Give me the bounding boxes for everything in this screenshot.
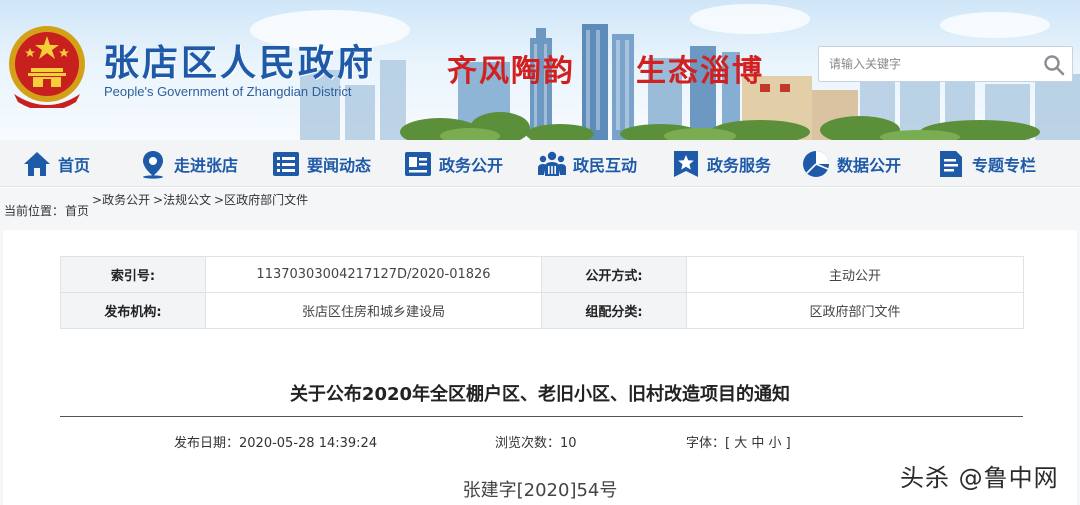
meta-value: 11370303004217127D/2020-01826 <box>205 256 542 293</box>
nav-label: 首页 <box>58 155 91 175</box>
search-icon[interactable] <box>1042 53 1066 77</box>
site-subtitle: People's Government of Zhangdian Distric… <box>104 84 352 99</box>
title-divider <box>60 416 1023 417</box>
publish-date-label: 发布日期： <box>174 436 240 451</box>
meta-value: 主动公开 <box>686 256 1024 293</box>
view-count: 10 <box>560 436 577 451</box>
view-count-info: 浏览次数：10 <box>495 432 577 451</box>
star-badge-icon <box>674 150 698 177</box>
nav-item-about[interactable]: 走进张店 <box>138 140 238 187</box>
breadcrumb-item[interactable]: >政务公开 <box>92 192 152 209</box>
nav-label: 要闻动态 <box>307 155 372 175</box>
document-icon <box>940 150 962 177</box>
nav-item-gov-open[interactable]: 政务公开 <box>403 140 503 187</box>
location-pin-icon <box>143 150 163 179</box>
nav-item-services[interactable]: 政务服务 <box>671 140 771 187</box>
nav-label: 政务服务 <box>707 155 772 175</box>
meta-key: 索引号: <box>60 256 206 293</box>
watermark: 头杀 @鲁中网 <box>900 464 1059 492</box>
publish-date: 2020-05-28 14:39:24 <box>239 436 378 451</box>
breadcrumb-item[interactable]: >区政府部门文件 <box>214 192 324 209</box>
font-size-control[interactable]: [ 大 中 小 ] <box>725 436 791 451</box>
nav-label: 数据公开 <box>837 155 902 175</box>
home-icon <box>24 151 50 176</box>
table-row: 发布机构: 张店区住房和城乡建设局 组配分类: 区政府部门文件 <box>60 292 1024 329</box>
nav-label: 专题专栏 <box>972 155 1037 175</box>
nav-item-news[interactable]: 要闻动态 <box>271 140 371 187</box>
search-box <box>818 46 1073 82</box>
meta-key: 发布机构: <box>60 292 206 329</box>
pie-chart-icon <box>803 150 829 177</box>
meta-value: 张店区住房和城乡建设局 <box>205 292 542 329</box>
slogan-right: 生态淄博 <box>636 54 764 89</box>
news-list-icon <box>273 151 299 176</box>
breadcrumb: 当前位置： 首页 >政务公开 >法规公文 >区政府部门文件 <box>0 188 1080 230</box>
id-card-icon <box>405 151 431 176</box>
nav-label: 政务公开 <box>439 155 504 175</box>
nav-item-home[interactable]: 首页 <box>22 140 90 187</box>
main-nav: 首页 走进张店 要闻动态 政务公开 政民互动 政务服务 数据公开 专题专栏 <box>0 140 1080 187</box>
nav-label: 走进张店 <box>174 155 239 175</box>
breadcrumb-home[interactable]: 首页 <box>65 202 89 219</box>
breadcrumb-label: 当前位置： <box>4 204 65 218</box>
breadcrumb-item[interactable]: >法规公文 <box>153 192 213 209</box>
view-count-label: 浏览次数： <box>495 436 561 451</box>
national-emblem <box>9 26 85 108</box>
nav-item-data[interactable]: 数据公开 <box>801 140 901 187</box>
breadcrumb-item-label: 法规公文 <box>163 193 212 207</box>
font-size-info: 字体：[ 大 中 小 ] <box>686 432 791 451</box>
font-size-label: 字体： <box>686 436 726 451</box>
nav-item-topics[interactable]: 专题专栏 <box>936 140 1036 187</box>
article-title: 关于公布2020年全区棚户区、老旧小区、旧村改造项目的通知 <box>289 384 791 405</box>
site-title: 张店区人民政府 <box>103 43 377 84</box>
search-input[interactable] <box>819 47 1037 81</box>
breadcrumb-item-label: 政务公开 <box>102 193 151 207</box>
slogan-left: 齐风陶韵 <box>447 54 575 89</box>
publish-date-info: 发布日期：2020-05-28 14:39:24 <box>174 432 377 451</box>
nav-label: 政民互动 <box>573 155 638 175</box>
meta-value: 区政府部门文件 <box>686 292 1024 329</box>
meta-key: 组配分类: <box>541 292 687 329</box>
table-row: 索引号: 11370303004217127D/2020-01826 公开方式:… <box>60 256 1024 293</box>
breadcrumb-item-label: 区政府部门文件 <box>224 193 309 207</box>
people-icon <box>538 151 566 176</box>
site-header: 张店区人民政府 People's Government of Zhangdian… <box>0 0 1080 140</box>
meta-key: 公开方式: <box>541 256 687 293</box>
document-meta-table: 索引号: 11370303004217127D/2020-01826 公开方式:… <box>60 256 1024 329</box>
nav-item-interaction[interactable]: 政民互动 <box>537 140 637 187</box>
